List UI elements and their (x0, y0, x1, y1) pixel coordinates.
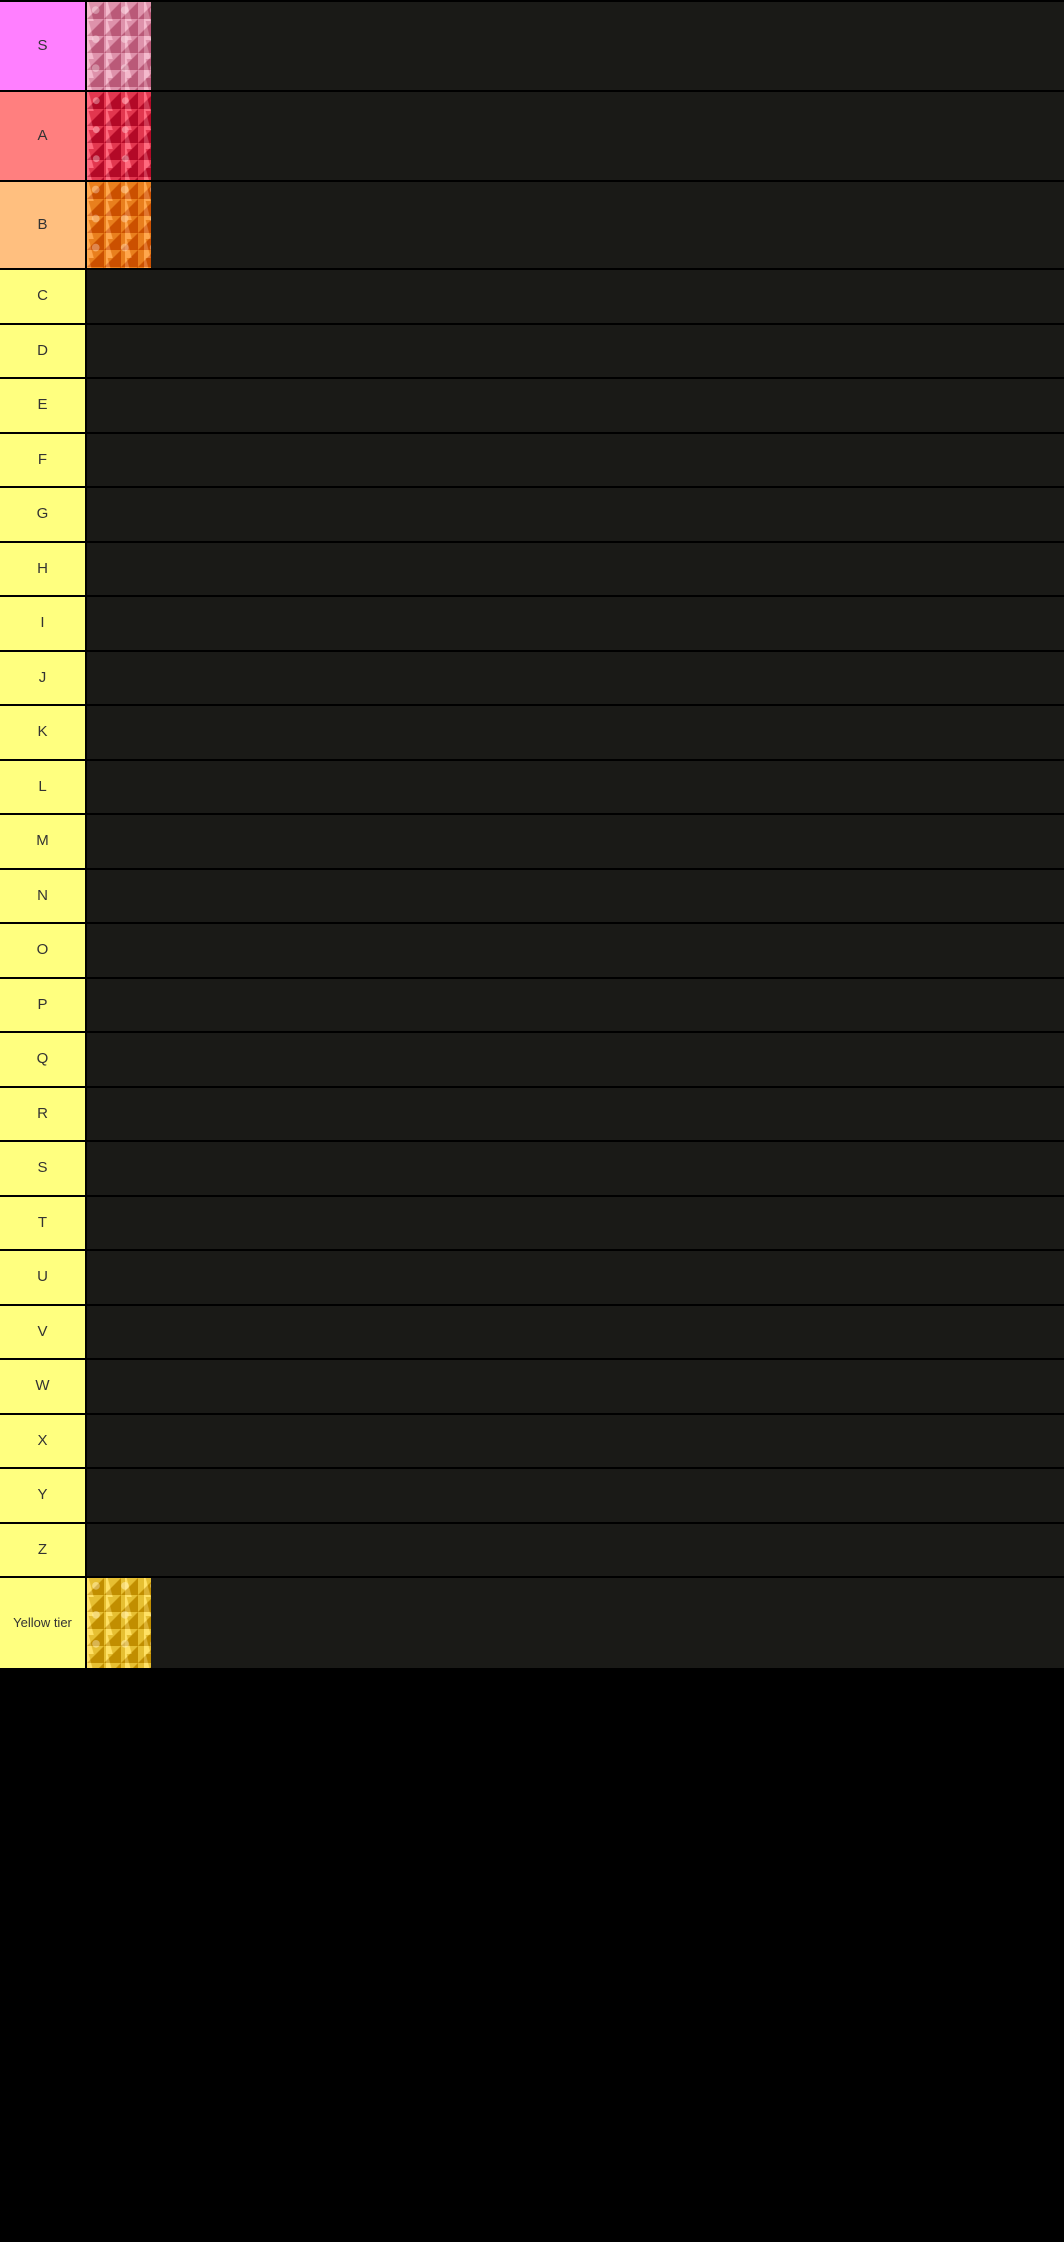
tier-dropzone[interactable] (87, 652, 1064, 704)
tier-dropzone[interactable] (87, 325, 1064, 377)
tier-dropzone[interactable] (87, 979, 1064, 1031)
tier-row: D (0, 325, 1064, 379)
tier-row: N (0, 870, 1064, 924)
tier-label-b[interactable]: B (0, 182, 87, 268)
tier-row: V (0, 1306, 1064, 1360)
tier-dropzone[interactable] (87, 1251, 1064, 1304)
tiermaker-app: TiERMAKER SABCDEFGHIJKLMNOPQRSTUVWXYZYel… (0, 0, 1064, 2242)
tier-row: J (0, 652, 1064, 706)
tier-row: X (0, 1415, 1064, 1469)
tier-row: L (0, 761, 1064, 815)
tier-item-orange-starburst-candy[interactable] (87, 182, 151, 268)
tier-label-d[interactable]: D (0, 325, 87, 377)
tier-dropzone[interactable] (87, 1306, 1064, 1358)
tier-item-red-starburst-candy[interactable] (87, 92, 151, 180)
tier-dropzone[interactable] (87, 543, 1064, 595)
tier-row: O (0, 924, 1064, 979)
tier-row: K (0, 706, 1064, 761)
tier-dropzone[interactable] (87, 92, 1064, 180)
tier-label-g[interactable]: G (0, 488, 87, 541)
tier-label-h[interactable]: H (0, 543, 87, 595)
tier-label-n[interactable]: N (0, 870, 87, 922)
tier-label-z[interactable]: Z (0, 1524, 87, 1576)
tier-row: E (0, 379, 1064, 434)
tier-row: M (0, 815, 1064, 870)
tier-label-t[interactable]: T (0, 1197, 87, 1249)
tier-label-w[interactable]: W (0, 1360, 87, 1413)
tier-row: A (0, 92, 1064, 182)
tier-row: W (0, 1360, 1064, 1415)
tier-list: S A B C D E F G H I J K L M N O P Q R S T U V W X Y Z Yellow tier (0, 0, 1064, 1670)
tier-label-j[interactable]: J (0, 652, 87, 704)
tier-row: S (0, 0, 1064, 92)
tier-dropzone[interactable] (87, 1360, 1064, 1413)
tier-dropzone[interactable] (87, 182, 1064, 268)
tier-label-u[interactable]: U (0, 1251, 87, 1304)
tier-label-o[interactable]: O (0, 924, 87, 977)
tier-label-i[interactable]: I (0, 597, 87, 650)
tier-dropzone[interactable] (87, 2, 1064, 90)
tier-row: Yellow tier (0, 1578, 1064, 1670)
tier-label-yellow-tier[interactable]: Yellow tier (0, 1578, 87, 1668)
tier-dropzone[interactable] (87, 706, 1064, 759)
tier-label-r[interactable]: R (0, 1088, 87, 1140)
orange-starburst-candy-image (87, 182, 151, 268)
tier-row: Y (0, 1469, 1064, 1524)
tier-row: R (0, 1088, 1064, 1142)
tier-row: I (0, 597, 1064, 652)
tier-dropzone[interactable] (87, 488, 1064, 541)
tier-dropzone[interactable] (87, 1033, 1064, 1086)
tier-dropzone[interactable] (87, 1524, 1064, 1576)
tier-label-x[interactable]: X (0, 1415, 87, 1467)
tier-dropzone[interactable] (87, 1142, 1064, 1195)
pink-starburst-candy-image (87, 2, 151, 90)
tier-row: P (0, 979, 1064, 1033)
tier-row: C (0, 270, 1064, 325)
tier-dropzone[interactable] (87, 815, 1064, 868)
tier-label-s[interactable]: S (0, 2, 87, 90)
tier-label-e[interactable]: E (0, 379, 87, 432)
tier-label-l[interactable]: L (0, 761, 87, 813)
red-starburst-candy-image (87, 92, 151, 180)
tier-row: Q (0, 1033, 1064, 1088)
yellow-starburst-candy-image (87, 1578, 151, 1668)
tier-dropzone[interactable] (87, 1415, 1064, 1467)
tier-dropzone[interactable] (87, 1469, 1064, 1522)
tier-item-yellow-starburst-candy[interactable] (87, 1578, 151, 1668)
tier-label-s[interactable]: S (0, 1142, 87, 1195)
tier-row: H (0, 543, 1064, 597)
tier-label-c[interactable]: C (0, 270, 87, 323)
tier-label-m[interactable]: M (0, 815, 87, 868)
tier-label-v[interactable]: V (0, 1306, 87, 1358)
tier-dropzone[interactable] (87, 434, 1064, 486)
tier-dropzone[interactable] (87, 597, 1064, 650)
tier-item-pink-starburst-candy[interactable] (87, 2, 151, 90)
tier-label-a[interactable]: A (0, 92, 87, 180)
tier-row: F (0, 434, 1064, 488)
tier-label-q[interactable]: Q (0, 1033, 87, 1086)
tier-row: B (0, 182, 1064, 270)
tier-dropzone[interactable] (87, 870, 1064, 922)
tier-label-p[interactable]: P (0, 979, 87, 1031)
tier-dropzone[interactable] (87, 1578, 1064, 1668)
tier-row: S (0, 1142, 1064, 1197)
tier-label-f[interactable]: F (0, 434, 87, 486)
tier-dropzone[interactable] (87, 379, 1064, 432)
tier-dropzone[interactable] (87, 924, 1064, 977)
tier-label-y[interactable]: Y (0, 1469, 87, 1522)
tier-dropzone[interactable] (87, 270, 1064, 323)
tier-row: U (0, 1251, 1064, 1306)
tier-row: G (0, 488, 1064, 543)
tier-label-k[interactable]: K (0, 706, 87, 759)
tier-dropzone[interactable] (87, 761, 1064, 813)
tier-dropzone[interactable] (87, 1088, 1064, 1140)
tier-row: Z (0, 1524, 1064, 1578)
tier-row: T (0, 1197, 1064, 1251)
tier-dropzone[interactable] (87, 1197, 1064, 1249)
